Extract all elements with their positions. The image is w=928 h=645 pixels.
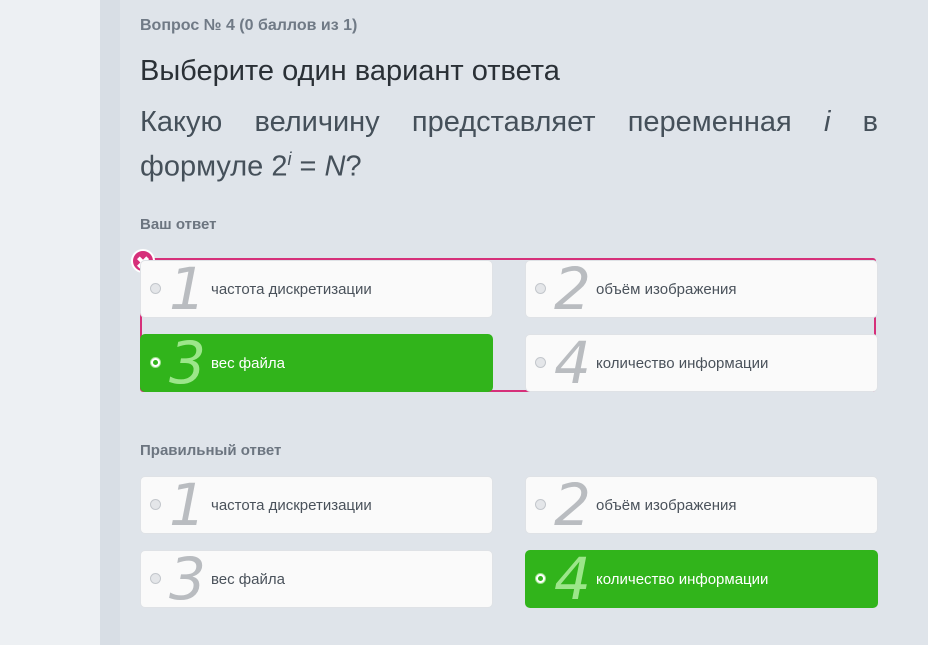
option-label: вес файла	[211, 355, 285, 372]
option-label: объём изображения	[596, 281, 737, 298]
radio-button[interactable]	[535, 357, 546, 368]
correct-answer-option-2: 2 объём изображения	[525, 471, 878, 539]
option-number: 1	[169, 471, 206, 539]
question-type-title: Выберите один вариант ответа	[140, 55, 560, 87]
radio-button	[535, 573, 546, 584]
option-number: 3	[169, 545, 206, 613]
correct-answer-option-4: 4 количество информации	[525, 545, 878, 613]
question-text-part: ?	[345, 150, 362, 183]
option-number: 1	[169, 255, 206, 323]
option-number: 4	[554, 545, 591, 613]
option-number: 3	[169, 329, 206, 397]
question-text: Какую величину представляет переменная i…	[140, 104, 878, 186]
your-answer-option-4[interactable]: 4 количество информации	[525, 329, 878, 397]
question-number: Вопрос № 4 (0 баллов из 1)	[140, 17, 358, 34]
correct-answer-option-3: 3 вес файла	[140, 545, 493, 613]
left-sidebar-area	[0, 0, 100, 645]
radio-button	[535, 499, 546, 510]
radio-button	[150, 499, 161, 510]
question-text-part: Какую величину представляет переменная	[140, 106, 824, 138]
option-number: 2	[554, 471, 591, 539]
your-answer-label: Ваш ответ	[140, 216, 217, 233]
option-label: частота дискретизации	[211, 497, 372, 514]
option-label: объём изображения	[596, 497, 737, 514]
radio-button	[150, 573, 161, 584]
question-card: Вопрос № 4 (0 баллов из 1) Выберите один…	[131, 0, 878, 645]
your-answer-option-2[interactable]: 2 объём изображения	[525, 255, 878, 323]
radio-button[interactable]	[150, 283, 161, 294]
option-label: количество информации	[596, 355, 769, 372]
option-label: частота дискретизации	[211, 281, 372, 298]
radio-button[interactable]	[535, 283, 546, 294]
option-number: 2	[554, 255, 591, 323]
radio-button[interactable]	[150, 357, 161, 368]
question-text-part: =	[291, 150, 325, 183]
option-label: количество информации	[596, 571, 769, 588]
question-var-n: N	[324, 150, 346, 183]
correct-answer-label: Правильный ответ	[140, 442, 282, 459]
option-label: вес файла	[211, 571, 285, 588]
your-answer-option-1[interactable]: 1 частота дискретизации	[140, 255, 493, 323]
content-edge	[100, 0, 120, 645]
your-answer-option-3[interactable]: 3 вес файла	[140, 329, 493, 397]
option-number: 4	[554, 329, 591, 397]
correct-answer-option-1: 1 частота дискретизации	[140, 471, 493, 539]
